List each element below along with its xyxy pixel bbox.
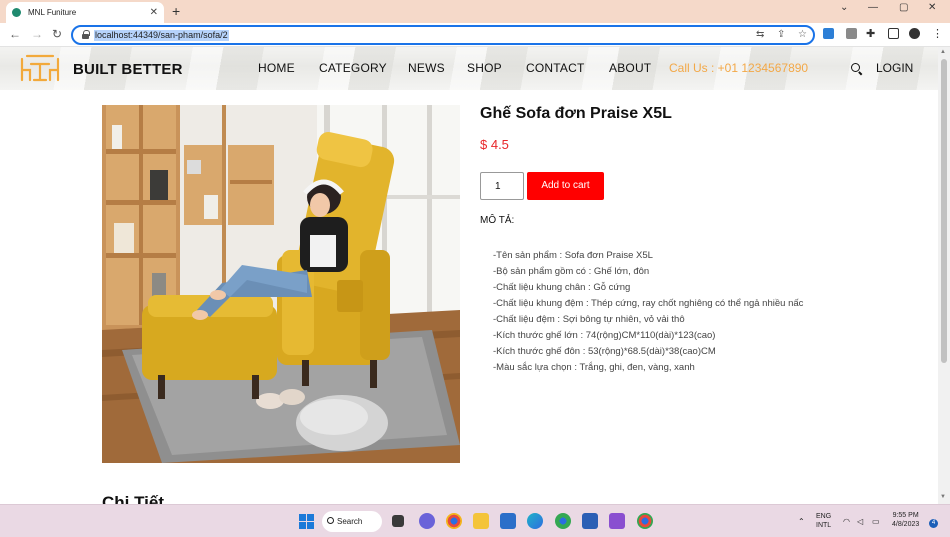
scroll-up-arrow-icon[interactable]: ▲: [940, 49, 946, 55]
url-text[interactable]: localhost:44349/san-pham/sofa/2: [94, 30, 229, 41]
tray-overflow-chevron-icon[interactable]: ⌃: [798, 517, 805, 526]
browser-toolbar: ← → ↻ localhost:44349/san-pham/sofa/2 ⇆ …: [0, 23, 950, 47]
description-item: -Kích thước ghế lớn : 74(rộng)CM*110(dài…: [493, 330, 716, 341]
description-label: MÔ TẢ:: [480, 215, 515, 226]
wifi-icon[interactable]: ◠: [843, 517, 850, 526]
nav-home[interactable]: HOME: [258, 61, 295, 75]
browser-menu-icon[interactable]: ⋮: [932, 27, 943, 40]
file-explorer-icon[interactable]: [473, 513, 489, 529]
share-icon[interactable]: ⇪: [777, 29, 785, 40]
battery-icon[interactable]: ▭: [872, 517, 880, 526]
visual-studio-icon[interactable]: [609, 513, 625, 529]
windows-taskbar: Search ⌃ ENG INTL ◠ ◁ ▭ 9:55 PM 4/8/2023…: [0, 504, 950, 537]
side-panel-icon[interactable]: [888, 28, 899, 39]
clock-time: 9:55 PM: [892, 512, 919, 519]
phone-number: Call Us : +01 1234567890: [669, 61, 809, 75]
product-price: $ 4.5: [480, 137, 509, 152]
product-image: [102, 105, 460, 463]
new-tab-button[interactable]: +: [172, 3, 180, 19]
browser-tab[interactable]: MNL Funiture ✕: [6, 2, 164, 23]
chrome-icon[interactable]: [446, 513, 462, 529]
keyboard-layout: INTL: [816, 522, 832, 529]
tab-close-icon[interactable]: ✕: [150, 7, 158, 18]
word-icon[interactable]: [582, 513, 598, 529]
language-code: ENG: [816, 513, 832, 520]
forward-arrow-icon[interactable]: →: [31, 27, 43, 41]
page-scrollbar[interactable]: ▲ ▼: [938, 47, 950, 504]
windows-start-icon[interactable]: [299, 514, 314, 529]
translate-icon[interactable]: ⇆: [756, 29, 764, 40]
login-link[interactable]: LOGIN: [876, 61, 913, 75]
edge-icon[interactable]: [527, 513, 543, 529]
close-window-button[interactable]: ✕: [928, 2, 936, 13]
volume-icon[interactable]: ◁: [857, 517, 863, 526]
nav-shop[interactable]: SHOP: [467, 61, 502, 75]
chrome-active-icon[interactable]: [637, 513, 653, 529]
mail-icon[interactable]: [500, 513, 516, 529]
scroll-thumb[interactable]: [941, 59, 947, 363]
search-icon[interactable]: [851, 63, 862, 74]
taskbar-search[interactable]: Search: [322, 511, 382, 532]
language-indicator[interactable]: ENG INTL: [816, 512, 831, 530]
description-list: -Tên sản phẩm : Sofa đơn Praise X5L -Bộ …: [493, 248, 803, 376]
description-item: -Chất liệu đệm : Sợi bông tự nhiên, vỏ v…: [493, 314, 685, 325]
nav-news[interactable]: NEWS: [408, 61, 445, 75]
tab-search-icon[interactable]: ⌄: [840, 2, 848, 13]
clock-date: 4/8/2023: [892, 521, 920, 528]
tab-title: MNL Funiture: [28, 8, 77, 17]
reload-icon[interactable]: ↻: [52, 27, 62, 41]
bookmark-star-icon[interactable]: ☆: [798, 29, 807, 40]
nav-contact[interactable]: CONTACT: [526, 61, 585, 75]
clock[interactable]: 9:55 PM 4/8/2023: [892, 511, 919, 529]
site-favicon-icon: [12, 8, 21, 17]
minimize-button[interactable]: —: [868, 2, 878, 13]
product-title: Ghế Sofa đơn Praise X5L: [480, 105, 672, 122]
browser-tab-bar: MNL Funiture ✕ + ⌄ — ▢ ✕: [0, 0, 950, 23]
description-item: -Chất liệu khung đệm : Thép cứng, ray ch…: [493, 298, 804, 309]
brand-name[interactable]: BUILT BETTER: [73, 61, 183, 78]
quantity-input[interactable]: [480, 172, 524, 200]
table-chairs-logo-icon[interactable]: [19, 53, 61, 83]
extensions-puzzle-icon[interactable]: ✚: [866, 27, 875, 40]
nav-category[interactable]: CATEGORY: [319, 61, 387, 75]
description-item: -Kích thước ghế đôn : 53(rộng)*68.5(dài)…: [493, 346, 716, 357]
description-item: -Màu sắc lựa chọn : Trắng, ghi, đen, vàn…: [493, 362, 695, 373]
back-arrow-icon[interactable]: ←: [9, 27, 21, 41]
site-header: BUILT BETTER HOME CATEGORY NEWS SHOP CON…: [0, 47, 938, 90]
description-item: -Chất liệu khung chân : Gỗ cứng: [493, 282, 631, 293]
notification-badge[interactable]: 4: [929, 519, 938, 528]
chrome-profile-icon[interactable]: [555, 513, 571, 529]
scroll-down-arrow-icon[interactable]: ▼: [940, 494, 946, 500]
description-item: -Bộ sản phẩm gồm có : Ghế lớn, đôn: [493, 266, 650, 277]
task-view-icon[interactable]: [392, 515, 404, 527]
lock-icon: [82, 30, 90, 39]
address-bar[interactable]: localhost:44349/san-pham/sofa/2 ⇆ ⇪ ☆: [71, 25, 815, 45]
extension-download-icon[interactable]: [823, 28, 834, 39]
description-item: -Tên sản phẩm : Sofa đơn Praise X5L: [493, 250, 653, 261]
extension-reader-icon[interactable]: [846, 28, 857, 39]
profile-avatar-icon[interactable]: [909, 28, 920, 39]
add-to-cart-button[interactable]: Add to cart: [527, 172, 604, 200]
chat-icon[interactable]: [419, 513, 435, 529]
maximize-button[interactable]: ▢: [899, 2, 908, 13]
nav-about[interactable]: ABOUT: [609, 61, 651, 75]
